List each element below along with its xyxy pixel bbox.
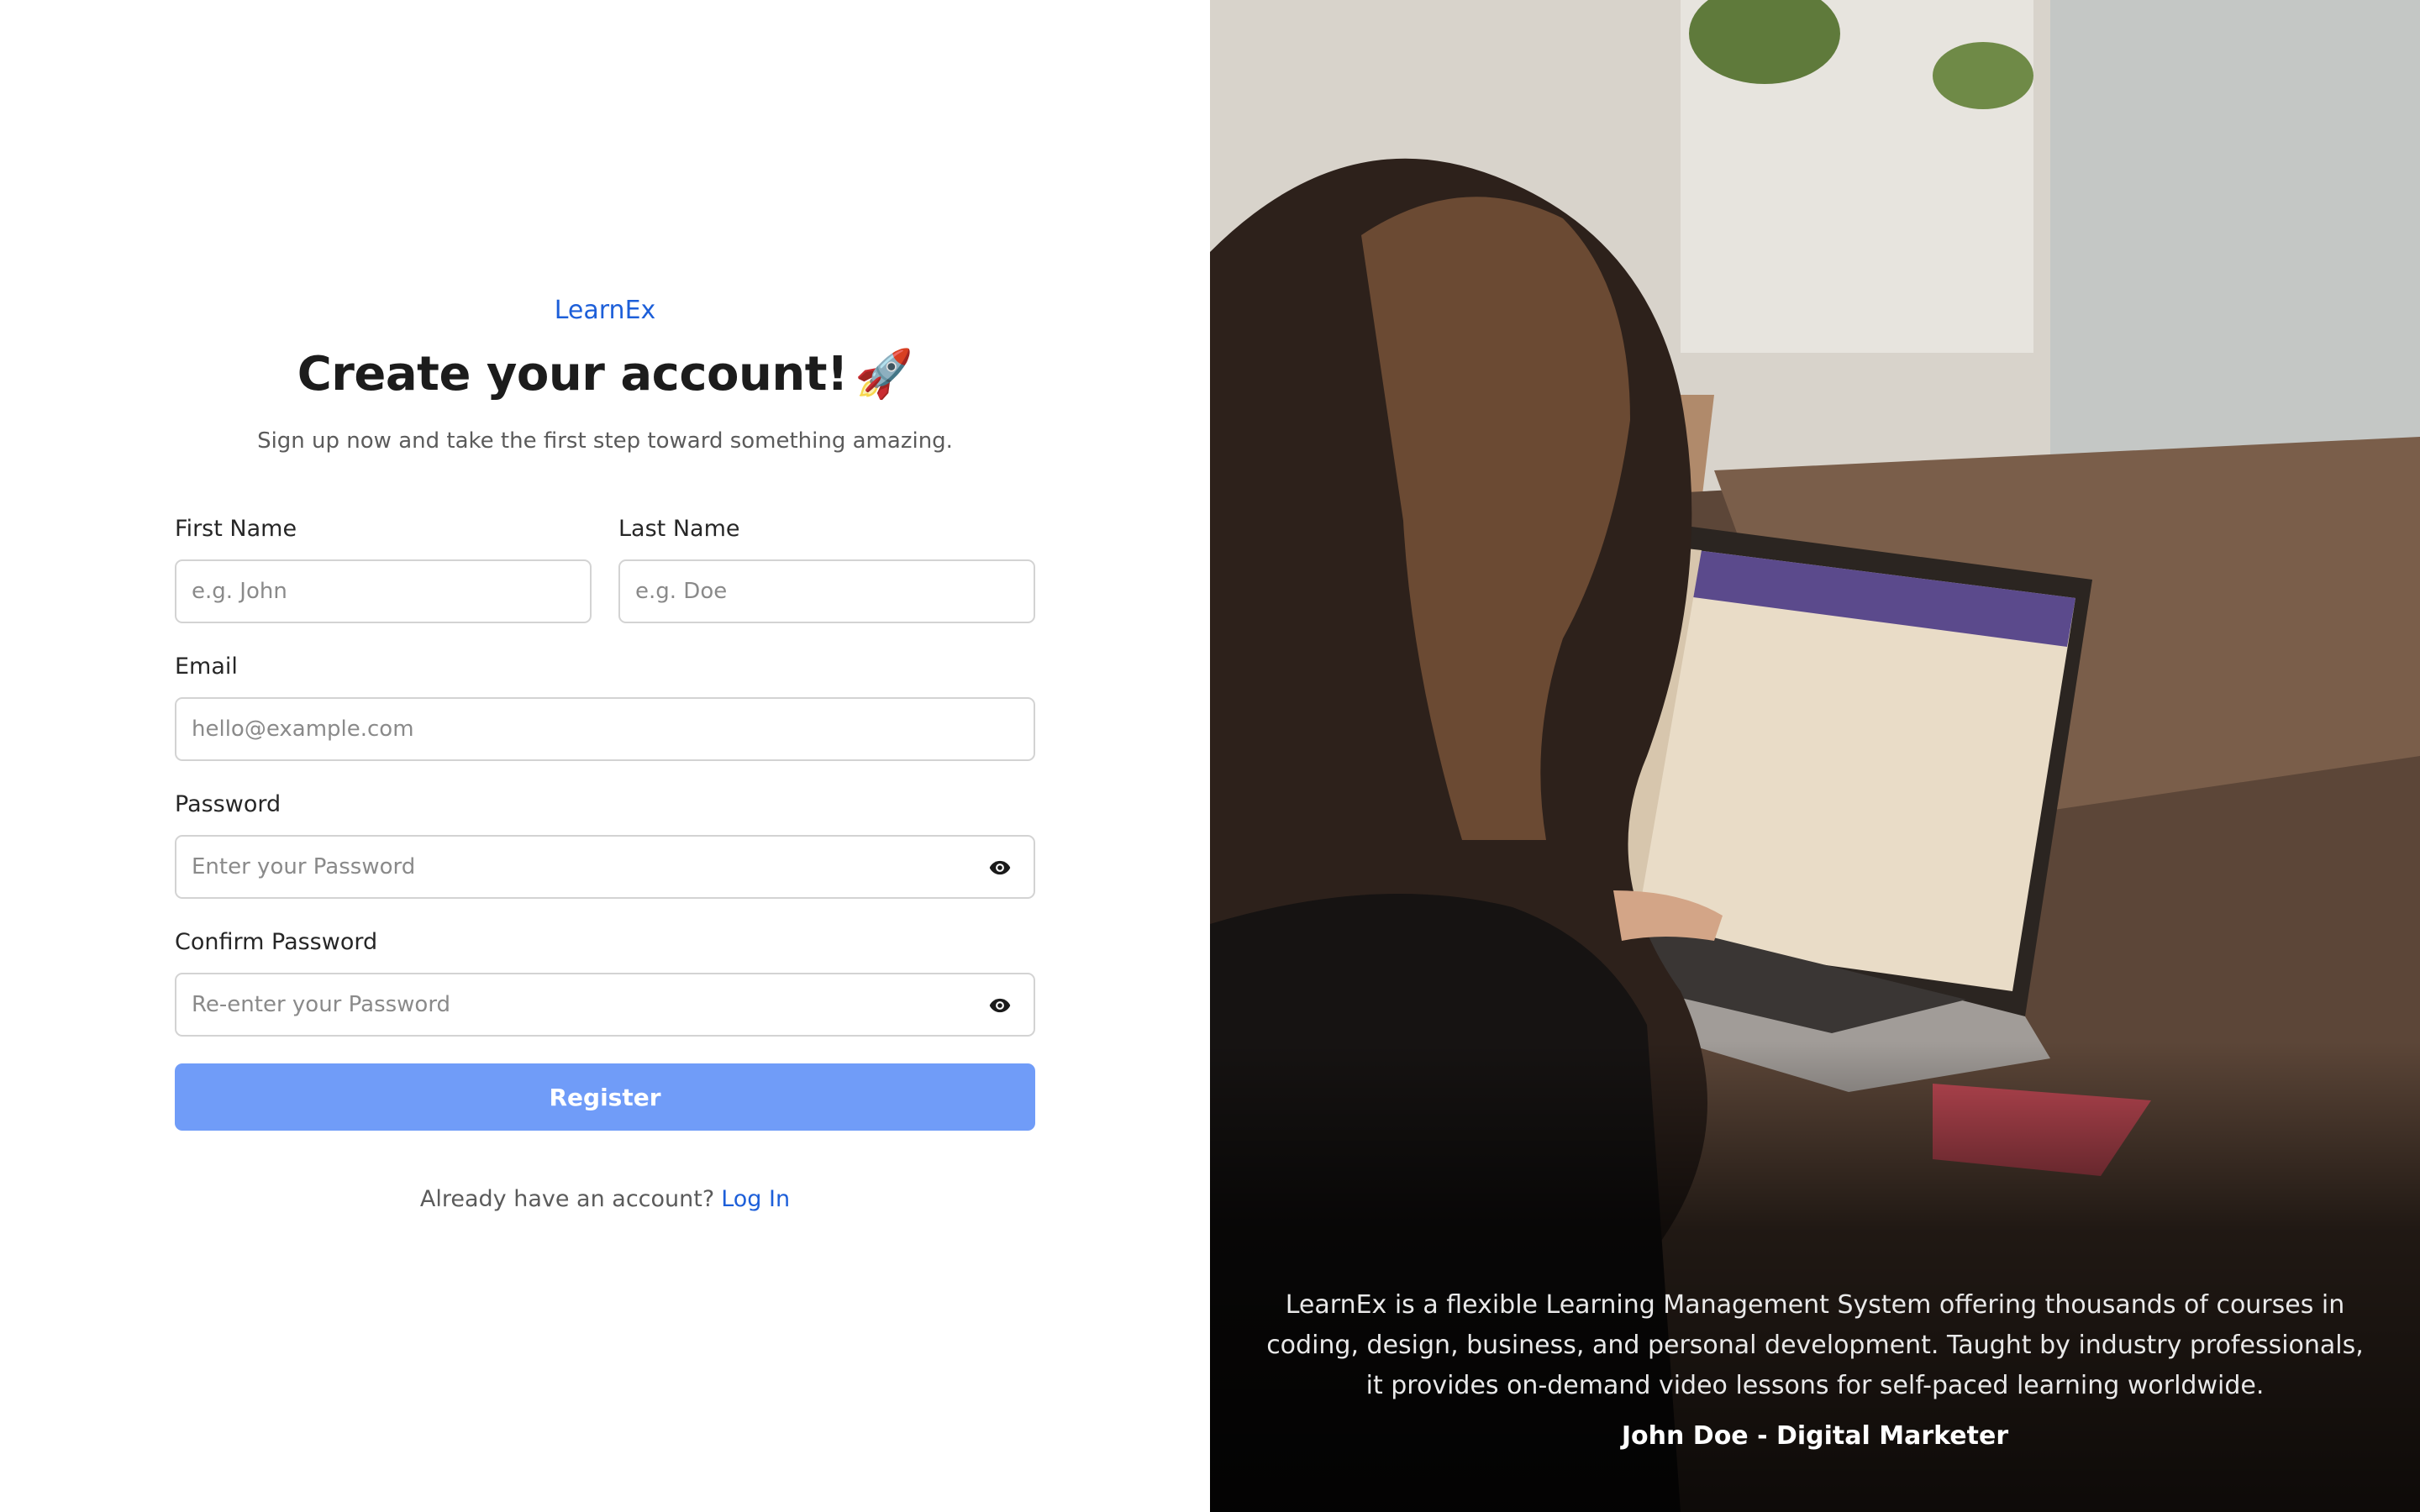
page-subtitle: Sign up now and take the first step towa…	[257, 428, 953, 454]
brand-logo-text[interactable]: LearnEx	[0, 296, 1210, 325]
confirm-password-label: Confirm Password	[175, 929, 378, 955]
rocket-icon: 🚀	[855, 347, 913, 402]
password-field[interactable]	[175, 835, 1035, 899]
last-name-field[interactable]	[618, 559, 1035, 623]
eye-icon[interactable]	[986, 856, 1013, 879]
email-field[interactable]	[175, 697, 1035, 761]
register-button[interactable]: Register	[175, 1063, 1035, 1131]
last-name-input[interactable]	[620, 561, 1034, 622]
password-label: Password	[175, 791, 281, 817]
first-name-input[interactable]	[176, 561, 590, 622]
page-title-text: Create your account!	[297, 347, 849, 402]
login-prompt: Already have an account? Log In	[0, 1186, 1210, 1212]
hero-image-panel: LearnEx is a flexible Learning Managemen…	[1210, 0, 2420, 1512]
login-link[interactable]: Log In	[721, 1186, 790, 1212]
email-input[interactable]	[176, 699, 1034, 759]
page-title: Create your account! 🚀	[0, 346, 1210, 402]
email-label: Email	[175, 654, 238, 680]
last-name-label: Last Name	[618, 516, 740, 542]
login-prompt-text: Already have an account?	[419, 1186, 715, 1212]
first-name-field[interactable]	[175, 559, 592, 623]
testimonial-author: John Doe - Digital Marketer	[1621, 1421, 2009, 1451]
testimonial-quote: LearnEx is a flexible Learning Managemen…	[1266, 1290, 2364, 1400]
signup-panel: LearnEx Create your account! 🚀 Sign up no…	[0, 0, 1210, 1512]
password-input[interactable]	[176, 837, 1034, 897]
confirm-password-field[interactable]	[175, 973, 1035, 1037]
eye-icon[interactable]	[986, 994, 1013, 1017]
confirm-password-input[interactable]	[176, 974, 1034, 1035]
first-name-label: First Name	[175, 516, 297, 542]
